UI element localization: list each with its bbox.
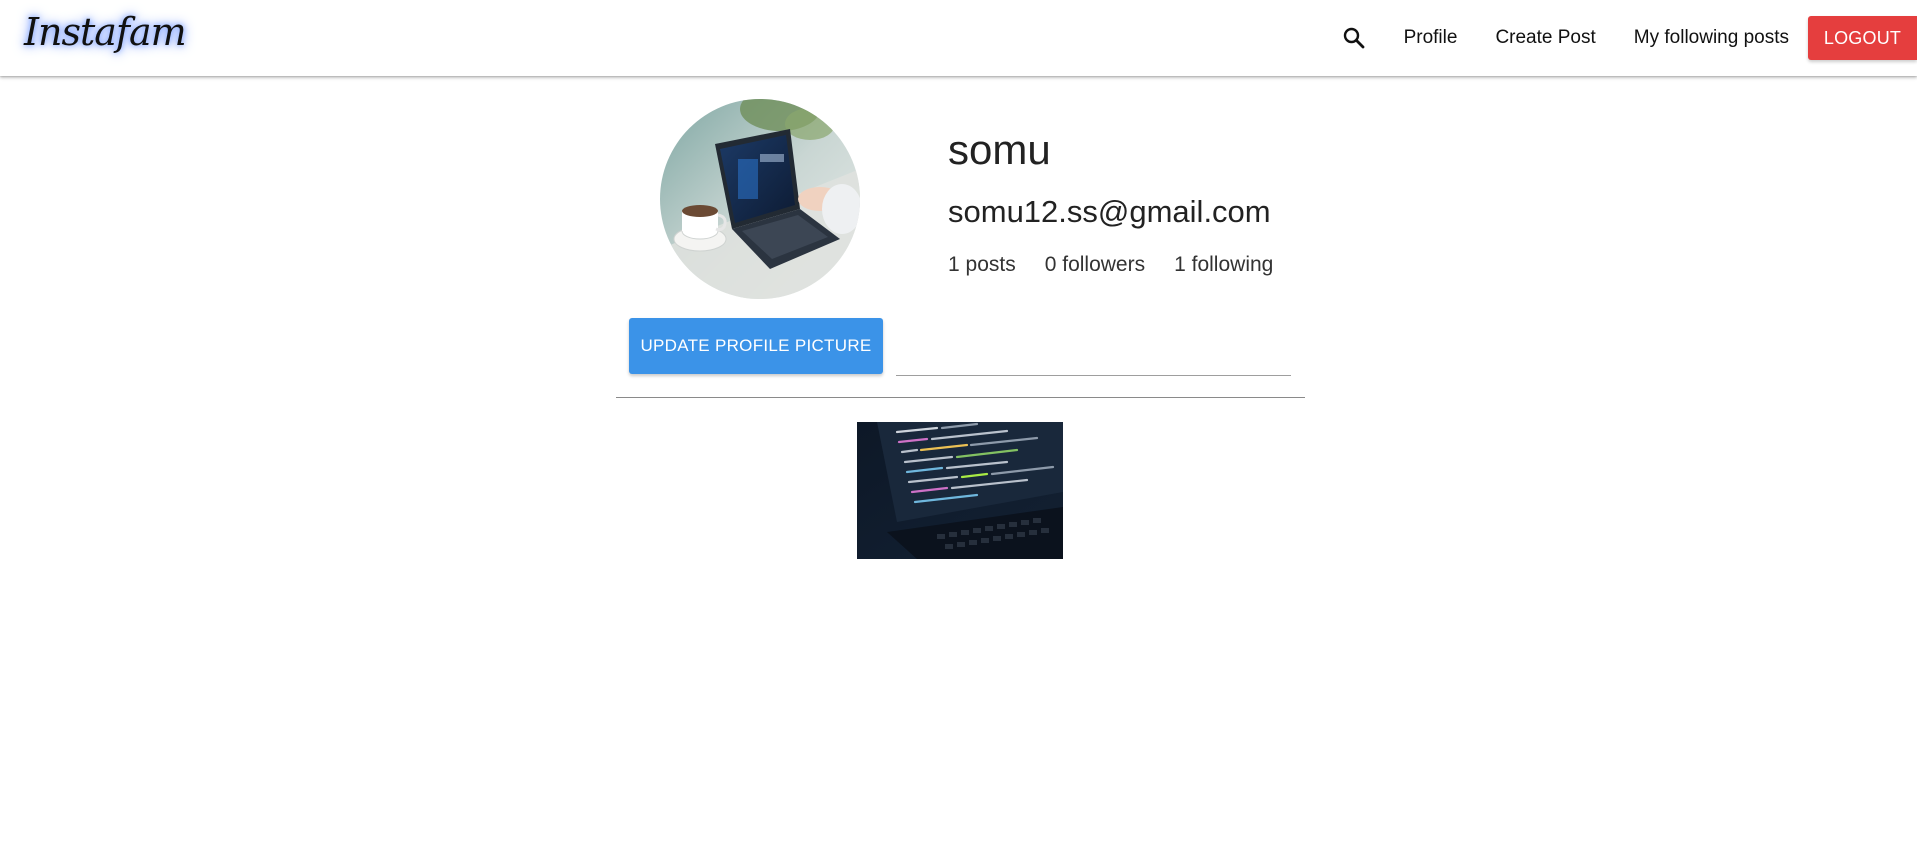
profile-divider (616, 397, 1305, 398)
file-path-input[interactable] (896, 330, 1291, 376)
profile-stats: 1 posts 0 followers 1 following (948, 253, 1273, 277)
brand-logo[interactable]: Instafam (24, 10, 187, 54)
navbar: Instafam Profile Create Post My followin… (0, 0, 1917, 76)
update-profile-picture-button[interactable]: UPDATE PROFILE PICTURE (629, 318, 883, 374)
logout-button[interactable]: LOGOUT (1808, 16, 1917, 60)
profile-email: somu12.ss@gmail.com (948, 194, 1271, 229)
gallery-post-image[interactable] (857, 422, 1063, 559)
posts-count: 1 posts (948, 253, 1016, 276)
search-icon[interactable] (1339, 23, 1369, 53)
followers-count[interactable]: 0 followers (1045, 253, 1145, 277)
following-count[interactable]: 1 following (1174, 253, 1273, 277)
nav-menu: Profile Create Post My following posts L… (1339, 0, 1917, 76)
profile-username: somu (948, 126, 1051, 173)
nav-link-create-post[interactable]: Create Post (1476, 27, 1614, 49)
nav-link-profile[interactable]: Profile (1385, 27, 1477, 49)
profile-avatar (660, 99, 860, 299)
nav-link-following-posts[interactable]: My following posts (1615, 27, 1808, 49)
